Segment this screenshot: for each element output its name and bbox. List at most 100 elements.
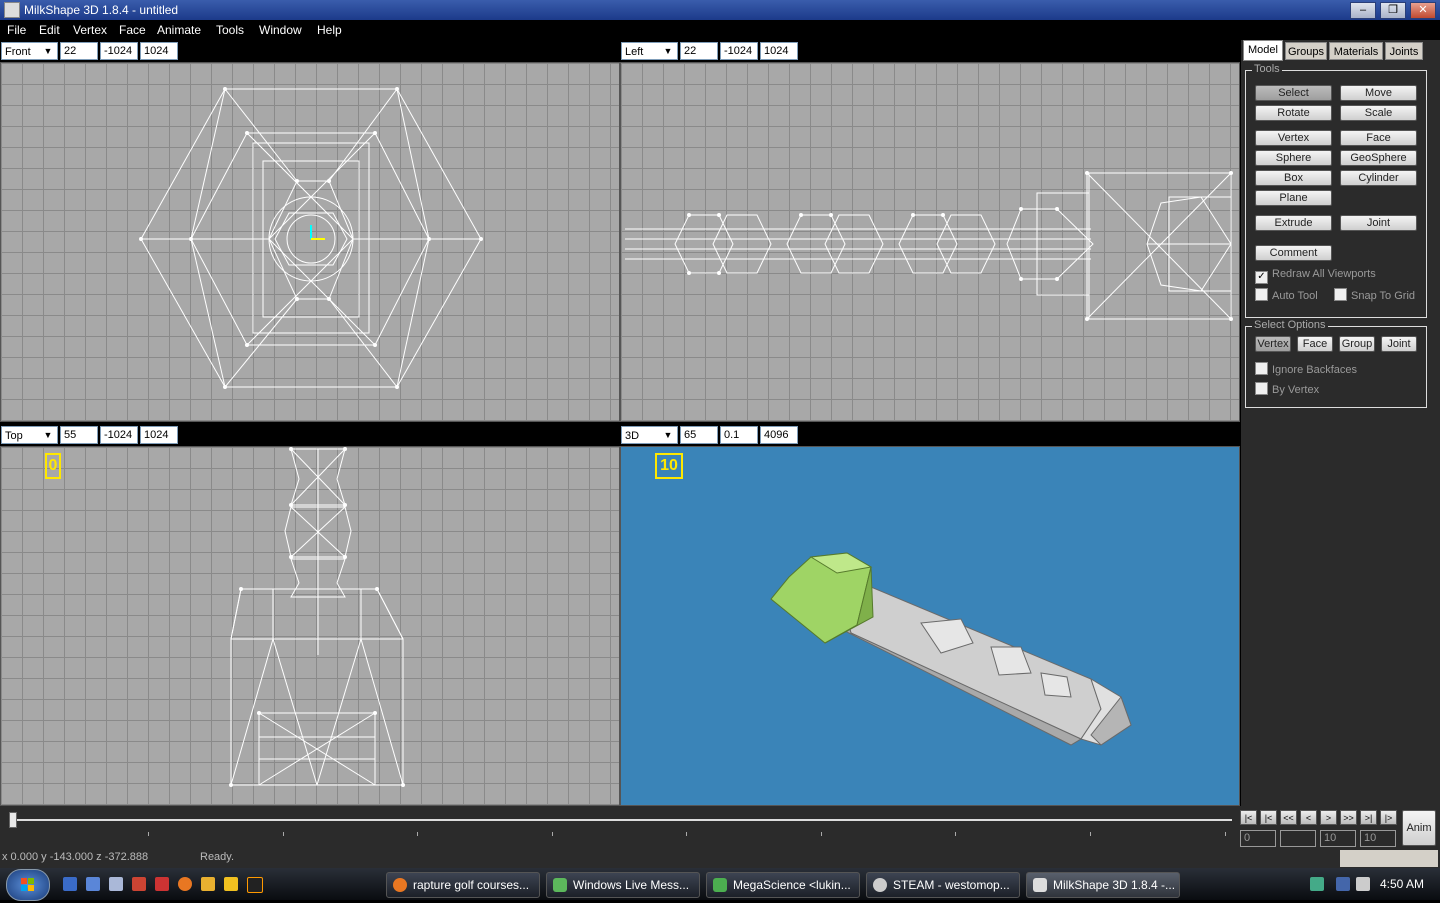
quick-launch-icon[interactable] bbox=[155, 877, 169, 891]
quick-launch-icon[interactable] bbox=[109, 877, 123, 891]
3d-view-header: 3D ▼ 65 0.1 4096 bbox=[620, 424, 1240, 446]
tray-icon[interactable] bbox=[1336, 877, 1350, 891]
joint-button[interactable]: Joint bbox=[1340, 215, 1417, 231]
top-view-field-2[interactable]: -1024 bbox=[100, 426, 138, 444]
face-button[interactable]: Face bbox=[1340, 130, 1417, 146]
fast-forward-button[interactable]: >> bbox=[1340, 810, 1357, 825]
model-panel: Model Groups Materials Joints Tools Sele… bbox=[1241, 40, 1440, 806]
show-desktop-icon[interactable] bbox=[63, 877, 77, 891]
comment-button[interactable]: Comment bbox=[1255, 245, 1332, 261]
task-label: Windows Live Mess... bbox=[573, 878, 690, 892]
plane-button[interactable]: Plane bbox=[1255, 190, 1332, 206]
task-button[interactable]: STEAM - westomop... bbox=[866, 872, 1020, 898]
anim-button[interactable]: Anim bbox=[1402, 810, 1436, 846]
top-view-field-3[interactable]: 1024 bbox=[140, 426, 178, 444]
task-label: MilkShape 3D 1.8.4 -... bbox=[1053, 878, 1176, 892]
close-button[interactable]: ✕ bbox=[1410, 2, 1436, 19]
task-button[interactable]: Windows Live Mess... bbox=[546, 872, 700, 898]
title-bar[interactable]: MilkShape 3D 1.8.4 - untitled – ❐ ✕ bbox=[0, 0, 1440, 20]
left-view-mode-select[interactable]: Left ▼ bbox=[621, 42, 678, 60]
auto-tool-checkbox[interactable]: Auto Tool bbox=[1255, 288, 1318, 302]
select-face-button[interactable]: Face bbox=[1297, 336, 1333, 352]
timeline-track[interactable] bbox=[10, 819, 1232, 821]
timeline-slider-handle[interactable] bbox=[9, 812, 17, 828]
move-button[interactable]: Move bbox=[1340, 85, 1417, 101]
3d-view-field-fov[interactable]: 65 bbox=[680, 426, 718, 444]
cylinder-button[interactable]: Cylinder bbox=[1340, 170, 1417, 186]
quick-launch-icon[interactable] bbox=[247, 877, 263, 893]
tab-joints[interactable]: Joints bbox=[1385, 42, 1423, 60]
key-frame-field[interactable] bbox=[1280, 830, 1316, 847]
rotate-button[interactable]: Rotate bbox=[1255, 105, 1332, 121]
firefox-icon[interactable] bbox=[178, 877, 192, 891]
first-frame-button[interactable]: |< bbox=[1240, 810, 1257, 825]
start-button[interactable] bbox=[6, 869, 50, 901]
box-button[interactable]: Box bbox=[1255, 170, 1332, 186]
previous-key-button[interactable]: |< bbox=[1260, 810, 1277, 825]
network-icon[interactable] bbox=[1310, 877, 1324, 891]
scale-button[interactable]: Scale bbox=[1340, 105, 1417, 121]
menu-window[interactable]: Window bbox=[259, 23, 302, 37]
tab-model[interactable]: Model bbox=[1243, 40, 1283, 61]
front-view-field-2[interactable]: -1024 bbox=[100, 42, 138, 60]
next-key-button[interactable]: >| bbox=[1360, 810, 1377, 825]
frame-end-field[interactable]: 10 bbox=[1320, 830, 1356, 847]
front-view-field-3[interactable]: 1024 bbox=[140, 42, 178, 60]
tab-groups[interactable]: Groups bbox=[1285, 42, 1327, 60]
menu-edit[interactable]: Edit bbox=[39, 23, 60, 37]
menu-tools[interactable]: Tools bbox=[216, 23, 244, 37]
extrude-button[interactable]: Extrude bbox=[1255, 215, 1332, 231]
task-button[interactable]: rapture golf courses... bbox=[386, 872, 540, 898]
volume-icon[interactable] bbox=[1356, 877, 1370, 891]
previous-frame-button[interactable]: < bbox=[1300, 810, 1317, 825]
vertex-button[interactable]: Vertex bbox=[1255, 130, 1332, 146]
select-joint-button[interactable]: Joint bbox=[1381, 336, 1417, 352]
by-vertex-checkbox[interactable]: By Vertex bbox=[1255, 382, 1319, 396]
left-view-field-2[interactable]: -1024 bbox=[720, 42, 758, 60]
tab-materials[interactable]: Materials bbox=[1329, 42, 1383, 60]
3d-view-field-far[interactable]: 4096 bbox=[760, 426, 798, 444]
3d-viewport[interactable]: 10 bbox=[620, 446, 1240, 806]
last-frame-button[interactable]: |> bbox=[1380, 810, 1397, 825]
quick-launch-icon[interactable] bbox=[224, 877, 238, 891]
task-button[interactable]: MegaScience <lukin... bbox=[706, 872, 860, 898]
select-group-button[interactable]: Group bbox=[1339, 336, 1375, 352]
front-view-mode-select[interactable]: Front ▼ bbox=[1, 42, 58, 60]
select-vertex-button[interactable]: Vertex bbox=[1255, 336, 1291, 352]
total-frames-field[interactable]: 10 bbox=[1360, 830, 1396, 847]
menu-help[interactable]: Help bbox=[317, 23, 342, 37]
clock[interactable]: 4:50 AM bbox=[1380, 877, 1424, 891]
switch-windows-icon[interactable] bbox=[86, 877, 100, 891]
geosphere-button[interactable]: GeoSphere bbox=[1340, 150, 1417, 166]
snap-to-grid-checkbox[interactable]: Snap To Grid bbox=[1334, 288, 1415, 302]
top-view-mode-select[interactable]: Top ▼ bbox=[1, 426, 58, 444]
next-frame-button[interactable]: > bbox=[1320, 810, 1337, 825]
maximize-button[interactable]: ❐ bbox=[1380, 2, 1406, 19]
menu-animate[interactable]: Animate bbox=[157, 23, 201, 37]
quick-launch-icon[interactable] bbox=[132, 877, 146, 891]
menu-file[interactable]: File bbox=[7, 23, 26, 37]
quick-launch-icon[interactable] bbox=[201, 877, 215, 891]
timeline-tick bbox=[955, 832, 956, 836]
menu-face[interactable]: Face bbox=[119, 23, 146, 37]
task-button[interactable]: MilkShape 3D 1.8.4 -... bbox=[1026, 872, 1180, 898]
frame-indicator: 0 bbox=[45, 453, 61, 479]
top-viewport[interactable]: 0 bbox=[0, 446, 620, 806]
sphere-button[interactable]: Sphere bbox=[1255, 150, 1332, 166]
select-button[interactable]: Select bbox=[1255, 85, 1332, 101]
left-view-field-1[interactable]: 22 bbox=[680, 42, 718, 60]
front-viewport[interactable] bbox=[0, 62, 620, 422]
top-view-field-1[interactable]: 55 bbox=[60, 426, 98, 444]
minimize-button[interactable]: – bbox=[1350, 2, 1376, 19]
left-viewport[interactable] bbox=[620, 62, 1240, 422]
3d-view-mode-select[interactable]: 3D ▼ bbox=[621, 426, 678, 444]
menu-vertex[interactable]: Vertex bbox=[73, 23, 107, 37]
front-view-field-1[interactable]: 22 bbox=[60, 42, 98, 60]
ignore-backfaces-checkbox[interactable]: Ignore Backfaces bbox=[1255, 362, 1357, 376]
rewind-button[interactable]: << bbox=[1280, 810, 1297, 825]
3d-view-field-near[interactable]: 0.1 bbox=[720, 426, 758, 444]
redraw-all-viewports-checkbox[interactable]: ✓ Redraw All Viewports bbox=[1255, 268, 1376, 284]
cursor-coordinates: x 0.000 y -143.000 z -372.888 bbox=[2, 851, 149, 863]
current-frame-field[interactable]: 0 bbox=[1240, 830, 1276, 847]
left-view-field-3[interactable]: 1024 bbox=[760, 42, 798, 60]
